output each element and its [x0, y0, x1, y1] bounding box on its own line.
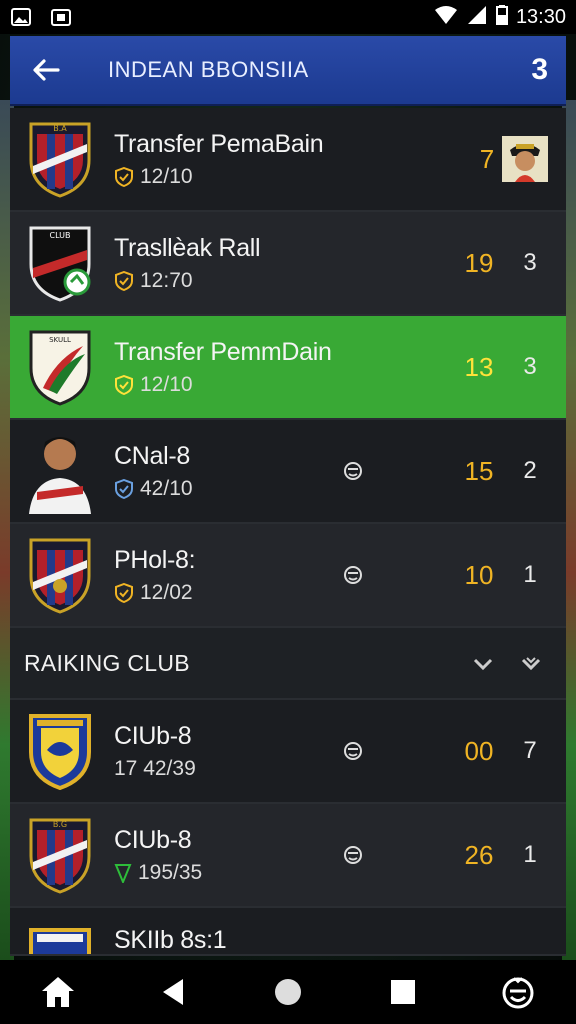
- list-item[interactable]: SKIIb 8s:1: [10, 908, 566, 956]
- row-date: 195/35: [138, 860, 203, 884]
- club-crest-icon: B.G: [26, 815, 94, 895]
- shield-check-icon: [115, 374, 133, 395]
- smiley-icon[interactable]: [342, 844, 364, 866]
- row-title: SKIIb 8s:1: [114, 926, 227, 954]
- shield-check-icon: [115, 166, 133, 187]
- row-title: CIUb-8: [114, 721, 192, 750]
- row-subtitle: 12/10: [114, 165, 323, 189]
- row-title: PHol-8:: [114, 545, 196, 574]
- list-item[interactable]: B.G CIUb-8 195/35 26 1: [10, 804, 566, 908]
- clock: 13:30: [515, 5, 566, 28]
- recents-button[interactable]: [381, 970, 425, 1014]
- club-crest-icon: B.A: [26, 119, 94, 199]
- row-score: 15: [464, 455, 494, 486]
- row-score: 10: [464, 559, 494, 590]
- assistant-icon: [502, 977, 534, 1009]
- row-rank: 1: [523, 841, 537, 868]
- chevron-down-icon[interactable]: [472, 654, 494, 674]
- row-subtitle: 12/02: [114, 581, 195, 605]
- smiley-icon[interactable]: [342, 460, 364, 482]
- battery-icon: [495, 4, 508, 30]
- row-score: 13: [464, 351, 494, 382]
- row-title: CIUb-8: [114, 825, 192, 854]
- signal-icon: [466, 5, 488, 30]
- list-item[interactable]: CLUB Trasllèak Rall 12:70 19 3: [10, 212, 566, 316]
- row-rank: 2: [523, 457, 537, 484]
- svg-text:CLUB: CLUB: [50, 231, 71, 240]
- club-crest-icon: [26, 711, 94, 791]
- smiley-icon[interactable]: [342, 564, 364, 586]
- screenshot-icon: [50, 7, 72, 27]
- row-date: 42/10: [140, 476, 193, 500]
- home-circle-icon: [274, 979, 301, 1005]
- row-subtitle: 195/35: [114, 861, 202, 885]
- svg-text:SKULL: SKULL: [49, 336, 71, 344]
- list-item[interactable]: CIUb-8 17 42/39 00 7: [10, 700, 566, 804]
- shield-check-icon: [115, 270, 133, 291]
- recents-square-icon: [391, 980, 416, 1004]
- list-item-selected[interactable]: SKULL Transfer PemmDain 12/10 13 3: [10, 316, 566, 420]
- user-avatar[interactable]: [502, 136, 548, 182]
- player-photo-icon: [26, 431, 94, 514]
- shield-check-icon: [115, 582, 133, 603]
- back-nav-button[interactable]: [151, 970, 195, 1014]
- svg-text:B.A: B.A: [53, 124, 67, 133]
- row-subtitle: 12/10: [114, 373, 332, 397]
- row-subtitle: 42/10: [114, 477, 193, 501]
- shield-check-icon: [115, 478, 133, 499]
- navigation-bar: [0, 960, 576, 1024]
- chevron-down-icon[interactable]: [520, 654, 542, 674]
- transfer-list: B.A Transfer PemaBain 12/10 7 CLUB Trasl…: [10, 108, 566, 956]
- smiley-icon[interactable]: [342, 740, 364, 762]
- green-shield-icon: [114, 863, 132, 883]
- row-date: 12/10: [140, 164, 193, 188]
- assistant-button[interactable]: [496, 970, 540, 1014]
- page-title: INDEAN BBONSIIA: [108, 57, 309, 82]
- back-triangle-icon: [162, 979, 183, 1005]
- row-score: 19: [464, 247, 494, 278]
- row-date: 17 42/39: [114, 756, 196, 780]
- list-item[interactable]: CNal-8 42/10 15 2: [10, 420, 566, 524]
- row-score: 26: [464, 839, 494, 870]
- club-crest-icon: SKULL: [26, 327, 94, 407]
- club-crest-icon: [26, 926, 94, 954]
- list-item[interactable]: B.A Transfer PemaBain 12/10 7: [10, 108, 566, 212]
- section-title: RAIKING CLUB: [24, 649, 190, 676]
- list-item[interactable]: PHol-8: 12/02 10 1: [10, 524, 566, 628]
- image-icon: [10, 7, 32, 27]
- club-crest-icon: [26, 535, 94, 615]
- row-rank: 3: [523, 353, 537, 380]
- row-rank: 1: [523, 561, 537, 588]
- row-title: Trasllèak Rall: [114, 233, 261, 262]
- back-button[interactable]: [28, 52, 64, 88]
- row-title: Transfer PemmDain: [114, 337, 332, 366]
- home-icon: [41, 977, 74, 1007]
- row-title: Transfer PemaBain: [114, 129, 324, 158]
- app-header: INDEAN BBONSIIA 3: [10, 36, 566, 106]
- home-button[interactable]: [36, 970, 80, 1014]
- row-date: 12:70: [140, 268, 193, 292]
- row-score: 00: [464, 735, 494, 766]
- row-rank: 3: [523, 249, 537, 276]
- section-header[interactable]: RAIKING CLUB: [10, 628, 566, 700]
- header-count: 3: [531, 53, 548, 86]
- club-crest-icon: CLUB: [26, 223, 94, 303]
- home-nav-button[interactable]: [266, 970, 310, 1014]
- row-rank: 7: [523, 737, 537, 764]
- row-title: CNal-8: [114, 441, 190, 470]
- row-date: 12/02: [140, 580, 193, 604]
- arrow-left-icon: [33, 59, 60, 81]
- status-bar: 13:30: [0, 0, 576, 34]
- svg-text:B.G: B.G: [53, 820, 67, 829]
- wifi-icon: [434, 5, 458, 30]
- row-date: 12/10: [140, 372, 193, 396]
- row-subtitle: 12:70: [114, 269, 260, 293]
